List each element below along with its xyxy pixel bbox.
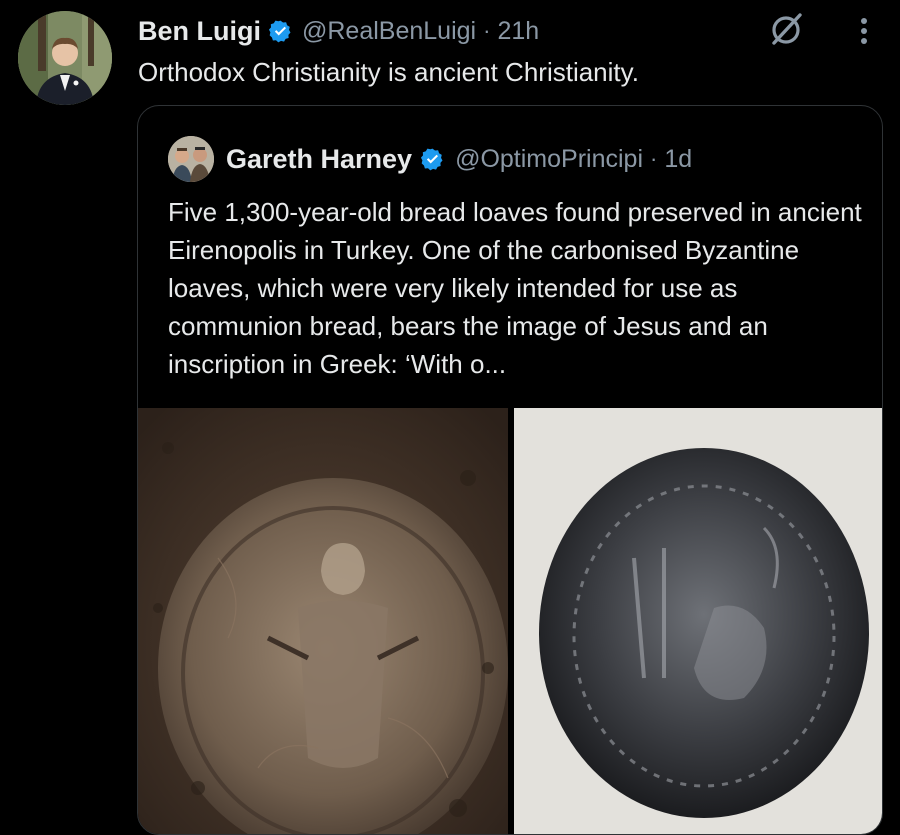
quoted-author-name[interactable]: Gareth Harney	[226, 144, 412, 175]
grok-icon[interactable]	[766, 10, 806, 50]
quoted-tweet-header: Gareth Harney @OptimoPrincipi · 1d	[226, 139, 692, 179]
quoted-tweet-card[interactable]: Gareth Harney @OptimoPrincipi · 1d Five …	[137, 105, 883, 835]
quoted-author-handle[interactable]: @OptimoPrincipi	[455, 145, 643, 174]
tweet-header: Ben Luigi @RealBenLuigi · 21h	[138, 11, 539, 51]
verified-badge-icon[interactable]	[420, 147, 445, 172]
quoted-tweet-media	[138, 408, 882, 834]
more-options-icon[interactable]	[852, 12, 876, 50]
separator-dot: ·	[483, 18, 491, 43]
quoted-tweet-text: Five 1,300-year-old bread loaves found p…	[168, 197, 862, 379]
author-handle[interactable]: @RealBenLuigi	[302, 17, 476, 46]
separator-dot: ·	[650, 146, 658, 171]
tweet-text: Orthodox Christianity is ancient Christi…	[138, 57, 639, 87]
media-image-bread-in-soil[interactable]	[138, 408, 508, 834]
quoted-tweet-timestamp[interactable]: 1d	[664, 145, 692, 174]
author-name[interactable]: Ben Luigi	[138, 16, 261, 47]
quoted-author-avatar[interactable]	[168, 136, 214, 182]
media-image-carbonised-loaf[interactable]	[514, 408, 882, 834]
tweet-timestamp[interactable]: 21h	[497, 17, 539, 46]
author-avatar[interactable]	[18, 11, 112, 105]
verified-badge-icon[interactable]	[268, 19, 293, 44]
